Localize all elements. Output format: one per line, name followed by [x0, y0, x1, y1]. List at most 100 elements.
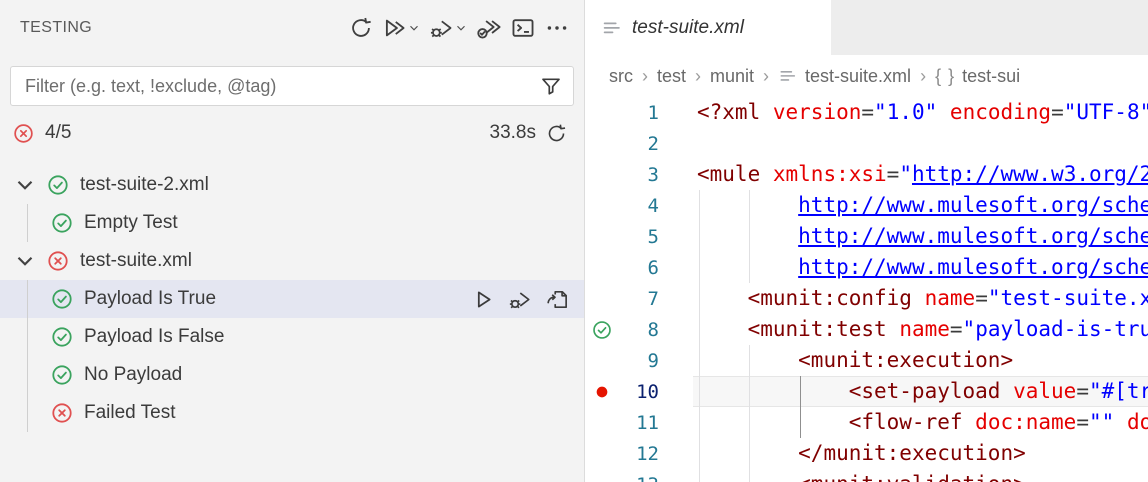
gutter[interactable] [585, 384, 619, 400]
show-output-button[interactable] [508, 13, 538, 43]
line-text[interactable]: http://www.mulesoft.org/sche [693, 190, 1148, 221]
line-number: 2 [647, 132, 659, 155]
line-number: 12 [636, 442, 659, 465]
code-editor[interactable]: 1 <?xml version="1.0" encoding="UTF-8" 2 3 <… [585, 97, 1148, 482]
panel-title: TESTING [20, 19, 93, 36]
run-tests-with-coverage-button[interactable] [474, 13, 504, 43]
test-item-payload-is-true[interactable]: Payload Is True [0, 280, 584, 318]
code-line-6[interactable]: 6 http://www.mulesoft.org/sche [585, 252, 1148, 283]
test-item-payload-is-false[interactable]: Payload Is False [0, 318, 584, 356]
indent-guide [749, 190, 750, 283]
breadcrumb-separator: › [763, 65, 770, 86]
filter-row [10, 66, 574, 106]
test-item-test-suite-2-xml[interactable]: test-suite-2.xml [0, 166, 584, 204]
line-number: 11 [636, 411, 659, 434]
line-text[interactable]: <set-payload value="#[tr [693, 376, 1148, 407]
test-failed-icon [50, 401, 74, 425]
test-label: Payload Is False [84, 326, 225, 347]
line-text[interactable]: <munit:test name="payload-is-tru [693, 314, 1148, 345]
breadcrumb-item-test-suite-xml[interactable]: test-suite.xml [778, 66, 911, 87]
line-text[interactable]: http://www.mulesoft.org/sche [693, 221, 1148, 252]
test-item-no-payload[interactable]: No Payload [0, 356, 584, 394]
line-text[interactable]: <mule xmlns:xsi="http://www.w3.org/2 [693, 159, 1148, 190]
run-test-button[interactable] [471, 287, 496, 312]
code-line-12[interactable]: 12 </munit:execution> [585, 438, 1148, 469]
line-number: 5 [647, 225, 659, 248]
tree-indent-guide [27, 280, 28, 432]
code-line-10[interactable]: 10 <set-payload value="#[tr [585, 376, 1148, 407]
chevron-down-icon [454, 21, 468, 35]
test-duration: 33.8s [489, 122, 536, 143]
test-item-empty-test[interactable]: Empty Test [0, 204, 584, 242]
test-failed-icon [46, 249, 70, 273]
test-item-test-suite-xml[interactable]: test-suite.xml [0, 242, 584, 280]
breadcrumb-item-munit[interactable]: munit [710, 66, 754, 87]
twistie-icon[interactable] [12, 172, 38, 198]
code-line-3[interactable]: 3 <mule xmlns:xsi="http://www.w3.org/2 [585, 159, 1148, 190]
tab-title: test-suite.xml [632, 16, 744, 38]
test-passed-icon [46, 173, 70, 197]
code-line-7[interactable]: 7 <munit:config name="test-suite.x [585, 283, 1148, 314]
xml-file-icon [778, 66, 798, 86]
indent-guide [699, 190, 700, 482]
breadcrumb-label: src [609, 65, 633, 86]
test-item-failed-test[interactable]: Failed Test [0, 394, 584, 432]
code-line-5[interactable]: 5 http://www.mulesoft.org/sche [585, 221, 1148, 252]
rerun-tests-icon[interactable] [545, 122, 568, 145]
go-to-test-button[interactable] [545, 287, 570, 312]
line-text[interactable]: <flow-ref doc:name="" do [693, 407, 1148, 438]
code-line-2[interactable]: 2 [585, 128, 1148, 159]
test-result-count: 4/5 [45, 122, 72, 143]
failed-status-icon [12, 122, 35, 145]
line-text[interactable]: <munit:validation> [693, 469, 1148, 482]
line-text[interactable] [693, 128, 1148, 159]
line-number: 9 [647, 349, 659, 372]
code-line-9[interactable]: 9 <munit:execution> [585, 345, 1148, 376]
editor-group: test-suite.xml src › test › munit › test-suite… [585, 0, 1148, 482]
test-passed-icon [50, 211, 74, 235]
debug-test-button[interactable] [508, 287, 533, 312]
code-line-1[interactable]: 1 <?xml version="1.0" encoding="UTF-8" [585, 97, 1148, 128]
braces-icon: { } [935, 65, 956, 86]
refresh-tests-button[interactable] [346, 13, 376, 43]
run-all-tests-button[interactable] [380, 13, 423, 43]
line-text[interactable]: </munit:execution> [693, 438, 1148, 469]
code-line-4[interactable]: 4 http://www.mulesoft.org/sche [585, 190, 1148, 221]
test-label: Payload Is True [84, 288, 217, 309]
line-text[interactable]: <munit:execution> [693, 345, 1148, 376]
line-number: 4 [647, 194, 659, 217]
filter-input[interactable] [25, 75, 539, 97]
code-line-8[interactable]: 8 <munit:test name="payload-is-tru [585, 314, 1148, 345]
code-line-13[interactable]: 13 <munit:validation> [585, 469, 1148, 482]
tree-indent-guide [27, 204, 28, 242]
line-number: 7 [647, 287, 659, 310]
test-label: Failed Test [84, 402, 176, 423]
line-number: 1 [647, 101, 659, 124]
breadcrumb-separator: › [695, 65, 702, 86]
breadcrumb-item-test-sui[interactable]: { } test-sui [935, 66, 1020, 87]
line-number: 10 [636, 380, 659, 403]
breadcrumb-label: test-sui [962, 65, 1021, 86]
line-text[interactable]: <?xml version="1.0" encoding="UTF-8" [693, 97, 1148, 128]
test-label: Empty Test [84, 212, 178, 233]
breadcrumb-item-test[interactable]: test [657, 66, 686, 87]
test-filter-box [10, 66, 574, 106]
breakpoint-icon[interactable] [594, 384, 610, 400]
line-text[interactable]: http://www.mulesoft.org/sche [693, 252, 1148, 283]
filter-icon[interactable] [539, 74, 563, 98]
debug-all-tests-button[interactable] [427, 13, 470, 43]
more-actions-button[interactable] [542, 13, 572, 43]
breadcrumb-item-src[interactable]: src [609, 66, 633, 87]
line-number: 6 [647, 256, 659, 279]
test-passed-gutter-icon[interactable] [591, 319, 613, 341]
testing-toolbar [346, 13, 572, 43]
tab-test-suite-xml[interactable]: test-suite.xml [585, 0, 831, 55]
twistie-icon[interactable] [12, 248, 38, 274]
active-indent-guide [800, 376, 801, 438]
line-text[interactable]: <munit:config name="test-suite.x [693, 283, 1148, 314]
testing-panel-header: TESTING [0, 0, 584, 56]
breadcrumb-label: test-suite.xml [805, 65, 912, 86]
code-line-11[interactable]: 11 <flow-ref doc:name="" do [585, 407, 1148, 438]
gutter[interactable] [585, 319, 619, 341]
testing-panel: TESTING 4/5 33.8s test-suite-2.xml Empty … [0, 0, 585, 482]
